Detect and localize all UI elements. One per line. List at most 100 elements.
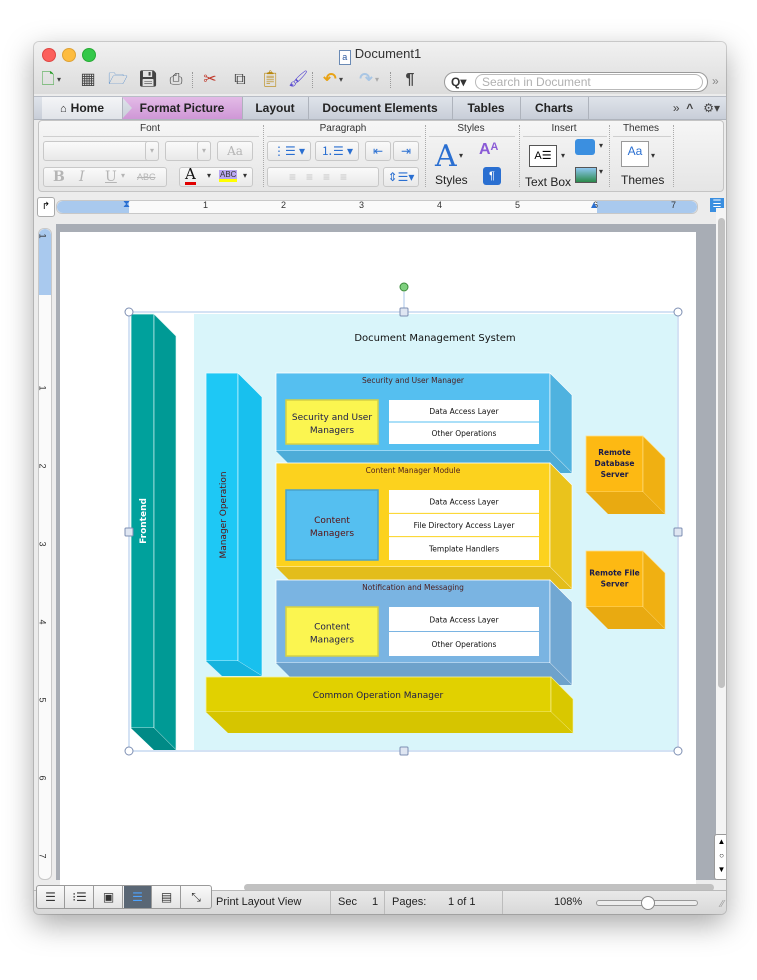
previous-page-icon[interactable]: ▲	[715, 835, 726, 849]
font-name-dropdown-icon[interactable]: ▾	[145, 141, 159, 161]
themes-dropdown-icon[interactable]: ▾	[651, 151, 655, 160]
browse-object-icon[interactable]: ○	[715, 849, 726, 863]
increase-indent-button[interactable]: ⇥	[393, 141, 419, 161]
document-icon: a	[338, 50, 351, 65]
bullets-button[interactable]: ⋮☰ ▾	[267, 141, 311, 161]
tab-document-elements[interactable]: Document Elements	[308, 97, 453, 119]
server-block[interactable]: Remote File Server	[585, 550, 666, 630]
picture-dropdown-icon[interactable]: ▾	[599, 167, 603, 176]
decrease-indent-button[interactable]: ⇤	[365, 141, 391, 161]
text-box-icon[interactable]: A☰	[529, 145, 557, 167]
frontend-block[interactable]: Frontend	[130, 313, 177, 751]
ribbon-settings-icon[interactable]: ⚙▾	[703, 101, 720, 115]
bold-button[interactable]: B	[53, 169, 65, 185]
redo-dropdown-icon[interactable]: ▾	[372, 70, 382, 90]
strikethrough-button[interactable]: ABC	[137, 172, 156, 182]
shapes-dropdown-icon[interactable]: ▾	[599, 141, 603, 150]
numbering-button[interactable]: ⒈☰ ▾	[315, 141, 359, 161]
undo-dropdown-icon[interactable]: ▾	[336, 70, 346, 90]
resize-handle[interactable]	[124, 527, 134, 537]
full-screen-view-button[interactable]: ⤡	[182, 886, 210, 908]
print-icon[interactable]: ⎙	[166, 70, 186, 90]
styles-pane-icon[interactable]: ¶	[483, 167, 501, 185]
resize-handle[interactable]	[673, 746, 683, 756]
italic-button[interactable]: I	[79, 169, 85, 185]
text-box-label[interactable]: Text Box	[525, 175, 571, 189]
search-icon[interactable]: Q▾	[451, 73, 466, 91]
collapse-ribbon-icon[interactable]: ^	[686, 101, 693, 115]
styles-gallery-icon[interactable]: A	[435, 139, 457, 174]
tab-charts[interactable]: Charts	[520, 97, 589, 119]
tab-selector-icon[interactable]: ↱	[37, 197, 55, 217]
templates-gallery-icon[interactable]: ▦	[78, 70, 98, 90]
paste-icon[interactable]: 📋︎	[260, 70, 280, 90]
font-color-dropdown-icon[interactable]: ▾	[207, 171, 211, 180]
module-block[interactable]: Notification and Messaging Content Manager…	[275, 579, 573, 686]
outline-view-button[interactable]: ⁝☰	[66, 886, 94, 908]
copy-icon[interactable]: ⧉	[230, 70, 250, 90]
highlight-button[interactable]: ABC	[219, 170, 238, 182]
new-dropdown-icon[interactable]: ▾	[54, 70, 64, 90]
scroll-thumb[interactable]	[718, 218, 725, 688]
server-block[interactable]: Remote Database Server	[585, 435, 666, 515]
resize-handle[interactable]	[124, 746, 134, 756]
format-painter-icon[interactable]: 🖌︎	[288, 70, 308, 90]
save-icon[interactable]: 💾︎	[138, 70, 158, 90]
zoom-slider-knob[interactable]	[641, 896, 655, 910]
tab-layout[interactable]: Layout	[242, 97, 309, 119]
notebook-layout-view-button[interactable]: ▤	[153, 886, 181, 908]
module-block[interactable]: Content Manager Module Content Managers Dat…	[275, 462, 573, 590]
font-color-button[interactable]: A	[185, 167, 196, 185]
resize-handle[interactable]	[673, 527, 683, 537]
tab-tables[interactable]: Tables	[452, 97, 521, 119]
publishing-layout-view-button[interactable]: ▣	[95, 886, 123, 908]
ribbon-overflow-icon[interactable]: »	[673, 101, 680, 115]
underline-button[interactable]: U	[105, 169, 117, 185]
search-field[interactable]: Q▾ Search in Document	[444, 72, 708, 92]
print-layout-view-button[interactable]: ☰	[124, 886, 152, 908]
picture-icon[interactable]	[575, 167, 597, 183]
horizontal-ruler[interactable]: ↱ 1 2 3 4 5 6 7 ⧗ ▲ ☰	[34, 196, 726, 220]
line-spacing-button[interactable]: ⇕☰▾	[383, 167, 419, 187]
zoom-level: 108%	[554, 896, 583, 908]
page-navigation[interactable]: ▲ ○ ▼	[714, 834, 726, 880]
resize-handle[interactable]	[399, 307, 409, 317]
vertical-scrollbar[interactable]: ▲ ○ ▼	[714, 208, 726, 880]
themes-icon[interactable]: Aa	[621, 141, 649, 167]
styles-dropdown-icon[interactable]: ▾	[459, 151, 463, 160]
search-input[interactable]: Search in Document	[475, 74, 703, 90]
cut-icon[interactable]: ✂	[200, 70, 220, 90]
font-size-dropdown-icon[interactable]: ▾	[197, 141, 211, 161]
resize-handle[interactable]	[673, 307, 683, 317]
change-case-button[interactable]: Aa	[217, 141, 253, 161]
resize-grip-icon[interactable]: ⁄⁄	[721, 899, 724, 910]
draft-view-button[interactable]: ☰	[37, 886, 65, 908]
module-block[interactable]: Security and User Manager Security and Us…	[275, 372, 573, 474]
indent-marker-icon[interactable]: ⧗	[123, 199, 133, 215]
highlight-dropdown-icon[interactable]: ▾	[243, 171, 247, 180]
show-formatting-icon[interactable]: ¶	[400, 70, 420, 90]
next-page-icon[interactable]: ▼	[715, 863, 726, 877]
vertical-ruler[interactable]: 1 1 2 3 4 5 6 7	[38, 228, 52, 880]
rotate-handle[interactable]	[399, 282, 409, 292]
styles-label[interactable]: Styles	[435, 173, 468, 187]
text-box-dropdown-icon[interactable]: ▾	[561, 151, 565, 160]
zoom-slider[interactable]	[596, 896, 698, 910]
manager-operation-block[interactable]: Manager Operation	[205, 372, 263, 677]
server-label-line: Remote File	[589, 569, 639, 578]
resize-handle[interactable]	[124, 307, 134, 317]
font-name-select[interactable]	[43, 141, 159, 161]
toolbar-overflow-icon[interactable]: »	[712, 74, 719, 88]
manager-label-line: Content	[314, 623, 350, 633]
underline-dropdown-icon[interactable]: ▾	[121, 171, 125, 180]
tab-home[interactable]: ⌂ Home	[42, 97, 123, 119]
text-effects-icon[interactable]: Aᴬ	[479, 141, 498, 159]
tab-format-picture[interactable]: Format Picture	[122, 97, 243, 119]
themes-label[interactable]: Themes	[621, 173, 664, 187]
right-indent-marker-icon[interactable]: ▲	[589, 200, 599, 211]
resize-handle[interactable]	[399, 746, 409, 756]
alignment-buttons[interactable]: ≡≡≡≡	[267, 167, 379, 187]
open-folder-icon[interactable]: 🗁	[108, 70, 128, 90]
shapes-icon[interactable]	[575, 139, 595, 155]
common-operation-block[interactable]: Common Operation Manager	[205, 676, 574, 734]
